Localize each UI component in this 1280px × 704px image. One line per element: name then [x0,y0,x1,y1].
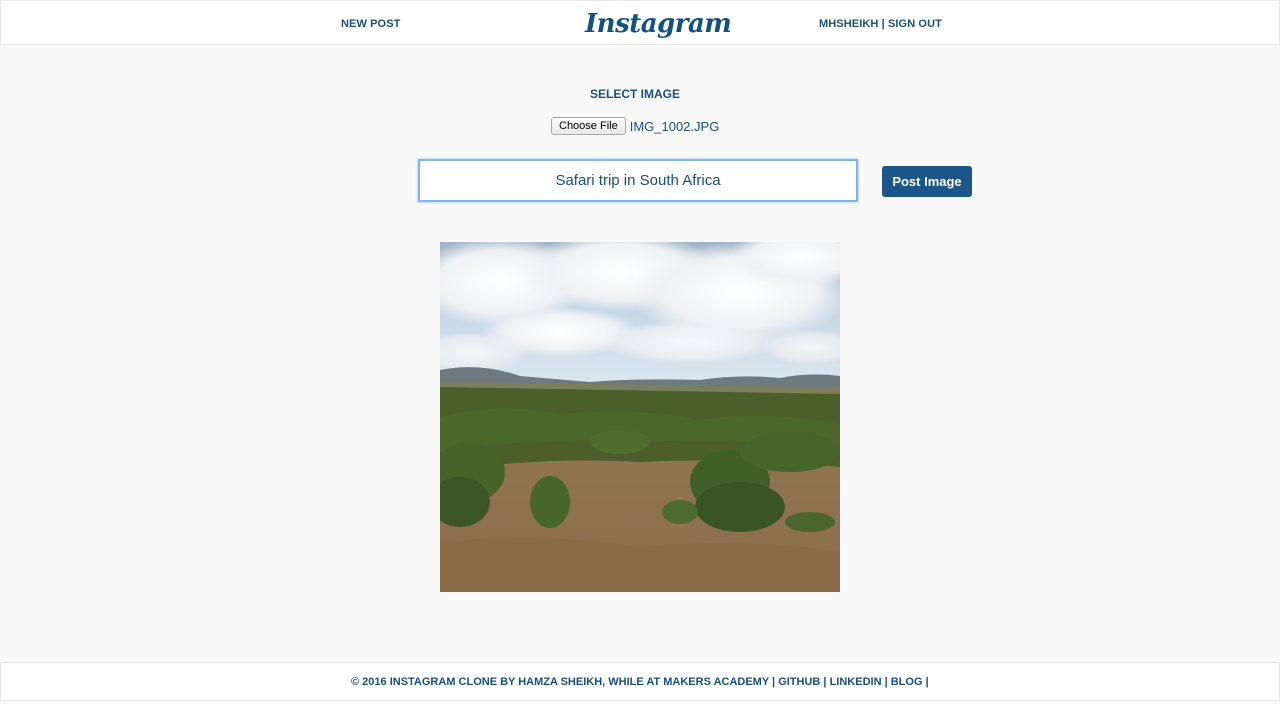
image-preview [440,242,840,592]
choose-file-button[interactable]: Choose File [551,117,626,135]
new-post-link[interactable]: NEW POST [341,18,400,30]
instagram-logo[interactable]: Instagram [585,6,732,42]
footer-separator: | [884,676,888,688]
select-image-heading: SELECT IMAGE [589,87,680,101]
username-link[interactable]: MHSHEIKH [819,18,878,30]
footer-separator: | [772,676,776,688]
copyright-text: © 2016 INSTAGRAM CLONE BY HAMZA SHEIKH, … [351,676,769,688]
top-navbar: NEW POST Instagram MHSHEIKH | SIGN OUT [0,0,1280,45]
file-picker: Choose File IMG_1002.JPG [551,117,719,135]
github-link[interactable]: GITHUB [778,676,820,688]
user-nav: MHSHEIKH | SIGN OUT [819,18,942,30]
nav-separator: | [881,18,885,30]
footer: © 2016 INSTAGRAM CLONE BY HAMZA SHEIKH, … [0,662,1280,701]
blog-link[interactable]: BLOG [891,676,923,688]
caption-input[interactable] [418,159,858,202]
sign-out-link[interactable]: SIGN OUT [888,18,942,30]
post-image-button[interactable]: Post Image [882,166,972,197]
linkedin-link[interactable]: LINKEDIN [830,676,882,688]
selected-file-name: IMG_1002.JPG [629,118,720,134]
savanna-landscape-image [440,242,840,592]
footer-links: © 2016 INSTAGRAM CLONE BY HAMZA SHEIKH, … [351,676,929,688]
footer-separator: | [925,676,929,688]
footer-separator: | [823,676,827,688]
